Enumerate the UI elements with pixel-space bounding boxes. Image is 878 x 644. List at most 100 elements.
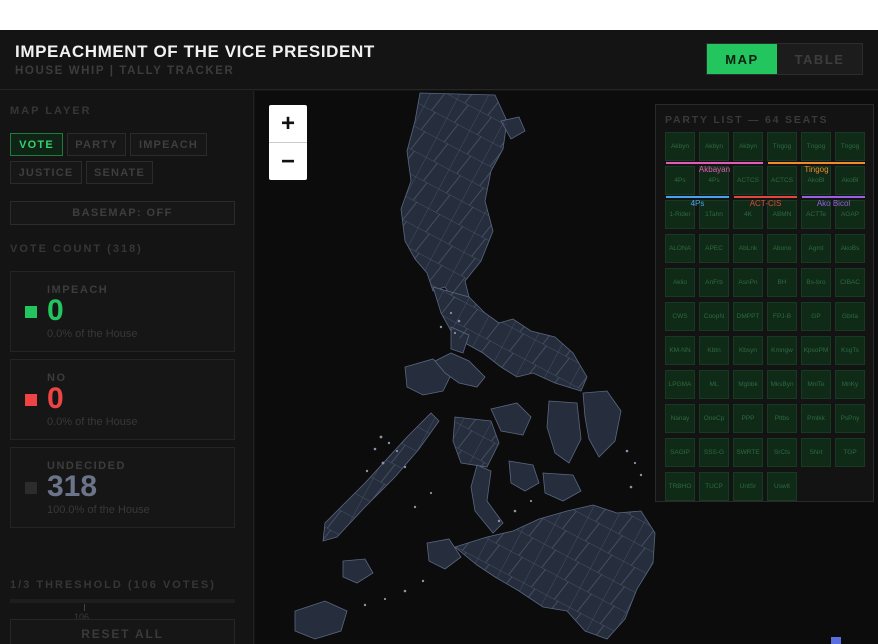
undecided-swatch <box>25 482 37 494</box>
reset-all-button[interactable]: RESET ALL <box>10 619 235 644</box>
party-seat-cell[interactable]: Nanay <box>665 404 695 433</box>
no-swatch <box>25 394 37 406</box>
party-seat-cell[interactable]: Gbrla <box>835 302 865 331</box>
basemap-toggle-button[interactable]: BASEMAP: OFF <box>10 201 235 225</box>
party-group-label: ACT-CIS <box>749 199 782 208</box>
party-seat-cell[interactable]: Tngog <box>767 132 797 161</box>
party-seat-cell[interactable]: Uswlt <box>767 472 797 501</box>
party-seat-cell[interactable]: Akbyn <box>665 132 695 161</box>
party-seat-cell[interactable]: Pmlkk <box>801 404 831 433</box>
no-percent: 0.0% of the House <box>47 416 138 428</box>
party-group-bar <box>666 162 763 164</box>
party-seat-cell[interactable]: AkoBs <box>835 234 865 263</box>
zoom-in-button[interactable]: + <box>269 105 307 142</box>
map-area[interactable]: + − PARTY LIST — 64 SEATS Akbyn Akbyn Akby… <box>255 91 878 644</box>
party-seat-cell[interactable]: APEC <box>699 234 729 263</box>
party-seat-cell[interactable]: ACTCS <box>733 166 763 195</box>
party-seat-cell[interactable]: MnKy <box>835 370 865 399</box>
party-seat-cell[interactable]: Agmt <box>801 234 831 263</box>
party-group-bar <box>734 196 797 198</box>
party-seat-cell[interactable]: Aklio <box>665 268 695 297</box>
party-seat-cell[interactable]: CoopN <box>699 302 729 331</box>
party-seat-cell[interactable]: TRBHO <box>665 472 695 501</box>
party-seat-cell[interactable]: SWRTE <box>733 438 763 467</box>
party-seat-cell[interactable]: PPP <box>733 404 763 433</box>
party-group-bar <box>666 196 729 198</box>
sidebar: MAP LAYER VOTE PARTY IMPEACH JUSTICE SEN… <box>0 91 254 644</box>
party-seat-cell[interactable]: MksByn <box>767 370 797 399</box>
page-top-strip <box>0 0 878 30</box>
map-layer-label: MAP LAYER <box>10 105 92 117</box>
no-count-card: NO 0 0.0% of the House <box>10 359 235 440</box>
party-seat-cell[interactable]: ACTCS <box>767 166 797 195</box>
party-group-label: 4Ps <box>690 199 705 208</box>
party-seat-cell[interactable]: Abono <box>767 234 797 263</box>
party-seat-cell[interactable]: Tngog <box>835 132 865 161</box>
party-seat-cell[interactable]: KpsoPM <box>801 336 831 365</box>
party-seat-cell[interactable]: KM-NN <box>665 336 695 365</box>
party-list-panel: PARTY LIST — 64 SEATS Akbyn Akbyn Akbyn Tng… <box>655 104 874 502</box>
party-seat-cell[interactable]: Tngog <box>801 132 831 161</box>
layer-impeach-chip[interactable]: IMPEACH <box>130 133 207 156</box>
party-seat-cell[interactable]: UntSr <box>733 472 763 501</box>
header: IMPEACHMENT OF THE VICE PRESIDENT HOUSE … <box>0 30 878 90</box>
party-seat-cell[interactable]: SAGIP <box>665 438 695 467</box>
party-seat-cell[interactable]: Bs-bro <box>801 268 831 297</box>
layer-vote-chip[interactable]: VOTE <box>10 133 63 156</box>
party-group-bar <box>802 196 865 198</box>
page-title: IMPEACHMENT OF THE VICE PRESIDENT <box>15 42 375 61</box>
threshold-marker <box>84 604 85 611</box>
party-seat-cell[interactable]: Kbsyn <box>733 336 763 365</box>
map-view-button[interactable]: MAP <box>707 44 777 74</box>
map-attribution-logo[interactable] <box>831 637 841 644</box>
party-seat-cell[interactable]: ALONA <box>665 234 695 263</box>
party-group-bar <box>768 162 865 164</box>
party-seat-cell[interactable]: CWS <box>665 302 695 331</box>
party-seat-cell[interactable]: TUCP <box>699 472 729 501</box>
table-view-button[interactable]: TABLE <box>777 44 862 74</box>
layer-senate-chip[interactable]: SENATE <box>86 161 153 184</box>
party-seat-cell[interactable]: LPGMA <box>665 370 695 399</box>
party-seat-cell[interactable]: Kmngw <box>767 336 797 365</box>
layer-justice-chip[interactable]: JUSTICE <box>10 161 82 184</box>
party-seat-cell[interactable]: SNrt <box>801 438 831 467</box>
party-seat-cell[interactable]: Akbyn <box>699 132 729 161</box>
app-root: IMPEACHMENT OF THE VICE PRESIDENT HOUSE … <box>0 30 878 644</box>
no-count: 0 <box>47 382 64 415</box>
party-seat-cell[interactable]: CIBAC <box>835 268 865 297</box>
party-seat-cell[interactable]: SSS-G <box>699 438 729 467</box>
zoom-control: + − <box>269 105 307 180</box>
party-seat-cell[interactable]: GP <box>801 302 831 331</box>
province-borders <box>323 93 655 639</box>
page-subtitle: HOUSE WHIP | TALLY TRACKER <box>15 65 235 77</box>
party-seat-cell[interactable]: Akbyn <box>733 132 763 161</box>
threshold-progress-track <box>10 599 235 603</box>
party-seat-cell[interactable]: 4Ps <box>665 166 695 195</box>
layer-party-chip[interactable]: PARTY <box>67 133 126 156</box>
party-seat-cell[interactable]: AbLnk <box>733 234 763 263</box>
party-seat-cell[interactable]: KsgTs <box>835 336 865 365</box>
party-seat-cell[interactable]: TGP <box>835 438 865 467</box>
party-seat-cell[interactable]: OneCp <box>699 404 729 433</box>
party-seat-cell[interactable]: ML <box>699 370 729 399</box>
party-seat-cell[interactable]: AsnPn <box>733 268 763 297</box>
party-seat-cell[interactable]: DMPPT <box>733 302 763 331</box>
party-seat-cell[interactable]: FPJ-B <box>767 302 797 331</box>
impeach-percent: 0.0% of the House <box>47 328 138 340</box>
party-seat-cell[interactable]: Kbtn <box>699 336 729 365</box>
undecided-percent: 100.0% of the House <box>47 504 150 516</box>
party-seat-cell[interactable]: MnlTe <box>801 370 831 399</box>
zoom-out-button[interactable]: − <box>269 143 307 180</box>
party-group-label: Tingog <box>804 165 829 174</box>
party-seat-cell[interactable]: Pltbs <box>767 404 797 433</box>
party-seat-cell[interactable]: AkoBl <box>835 166 865 195</box>
party-seat-cell[interactable]: SrCts <box>767 438 797 467</box>
party-group-label: Akbayan <box>698 165 731 174</box>
party-seat-cell[interactable]: BH <box>767 268 797 297</box>
vote-count-label: VOTE COUNT (318) <box>10 243 143 255</box>
party-list-title: PARTY LIST — 64 SEATS <box>665 114 829 126</box>
party-seat-cell[interactable]: Mgbbk <box>733 370 763 399</box>
party-seat-cell[interactable]: PsPny <box>835 404 865 433</box>
party-group-label: Ako Bicol <box>816 199 851 208</box>
party-seat-cell[interactable]: AnFrb <box>699 268 729 297</box>
